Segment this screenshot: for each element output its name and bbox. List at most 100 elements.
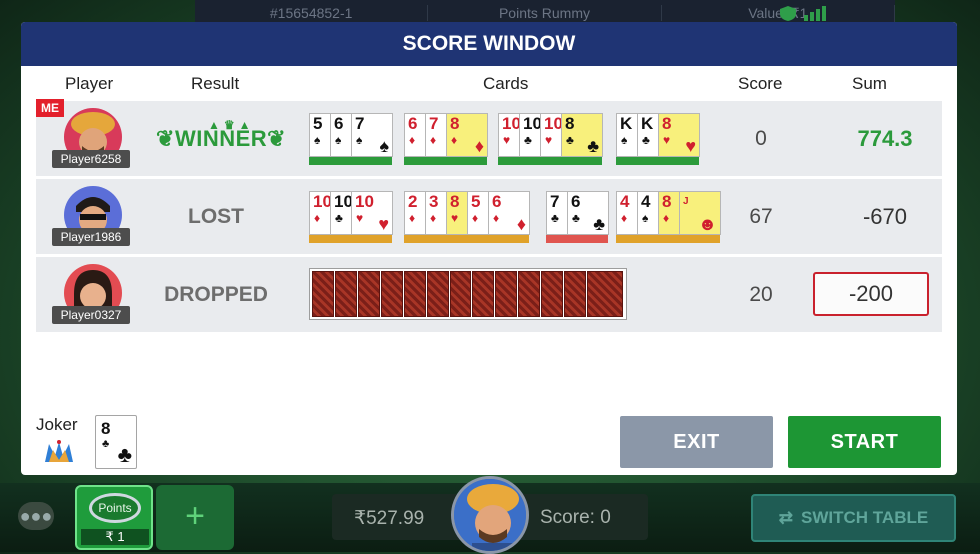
card-group: 5 ♠ 6 ♠ 7 ♠ ♠	[309, 113, 393, 165]
table-value: Value: ₹1	[662, 4, 895, 22]
card: 8 ♥ ♥	[658, 113, 700, 157]
card-back	[587, 271, 623, 317]
card-group: 10 ♦ 10 ♣ 10 ♥ ♥	[309, 191, 393, 243]
card-group: 10 ♥ 10 ♣ 10 ♥ 8 ♣ ♣	[498, 113, 603, 165]
start-button[interactable]: START	[788, 416, 941, 468]
group-valid-bar	[309, 157, 392, 165]
joker-card: 8 ♣ ♣	[95, 415, 137, 469]
result-winner: ▲♛▲ ❦WINNER❦	[156, 101, 286, 176]
card: 3 ♦	[425, 191, 447, 235]
game-type: Points Rummy	[428, 5, 662, 21]
card-back	[495, 271, 518, 317]
player-row: Player1986 LOST 10 ♦ 10 ♣ 10 ♥ ♥ 2 ♦ 3 ♦ 8 ♥ 5 ♦…	[36, 179, 942, 254]
player-sum: 774.3	[857, 126, 913, 151]
chat-icon[interactable]: ●●●	[18, 502, 54, 530]
player-score: 20	[749, 283, 773, 306]
exit-button[interactable]: EXIT	[620, 416, 773, 468]
player-score: 67	[749, 205, 773, 228]
switch-table-label: SWITCH TABLE	[801, 508, 929, 527]
card: 4 ♦	[616, 191, 638, 235]
player-name: Player6258	[52, 150, 130, 168]
card: 10 ♣	[519, 113, 542, 157]
player-score: Score: 0	[540, 507, 611, 528]
card-group: 4 ♦ 4 ♠ 8 ♦ J ☻	[616, 191, 721, 243]
laurel-icon: ❦	[156, 126, 175, 151]
card-back	[426, 271, 449, 317]
joker-label: Joker	[36, 415, 78, 434]
card-back	[472, 271, 495, 317]
crown-icon: ▲♛▲	[208, 118, 255, 132]
header-score: Score	[738, 74, 783, 93]
card-group: 7 ♣ 6 ♣ ♣	[546, 191, 609, 243]
points-table-icon: Points	[89, 493, 141, 523]
header-cards: Cards	[483, 74, 529, 93]
card: 7 ♦	[425, 113, 447, 157]
my-avatar	[451, 476, 529, 554]
joker-wild-card: J ☻	[679, 191, 721, 235]
card-back	[403, 271, 426, 317]
player-score: 0	[755, 127, 767, 150]
card: 8 ♥	[446, 191, 468, 235]
joker-rank: 8	[101, 419, 111, 438]
card-back	[449, 271, 472, 317]
card: 6 ♦ ♦	[488, 191, 530, 235]
points-table-tab[interactable]: Points ₹ 1	[75, 485, 153, 550]
joker-suit-icon: ♣	[117, 442, 132, 467]
laurel-icon: ❦	[267, 126, 287, 151]
card: 10 ♦	[309, 191, 332, 235]
card: 6 ♣ ♣	[567, 191, 609, 235]
switch-icon: ⇄	[778, 508, 794, 527]
card-back	[334, 271, 357, 317]
result-dropped: DROPPED	[164, 283, 268, 306]
card: 5 ♦	[467, 191, 489, 235]
card-back	[380, 271, 403, 317]
card: 6 ♦	[404, 113, 426, 157]
player-name: Player1986	[52, 228, 130, 246]
card-group: 6 ♦ 7 ♦ 8 ♦ ♦	[404, 113, 488, 165]
header-result: Result	[191, 74, 240, 93]
card-group: K ♠ K ♣ 8 ♥ ♥	[616, 113, 700, 165]
header-player: Player	[65, 74, 114, 93]
group-set-bar	[404, 235, 529, 243]
card: 10 ♥	[540, 113, 563, 157]
score-window: SCORE WINDOW Player Result Cards Score S…	[21, 22, 957, 475]
group-valid-bar	[498, 157, 602, 165]
add-table-button[interactable]: +	[156, 485, 234, 550]
card: 2 ♦	[404, 191, 426, 235]
card-group: 2 ♦ 3 ♦ 8 ♥ 5 ♦ 6 ♦ ♦	[404, 191, 530, 243]
card: 10 ♣	[330, 191, 353, 235]
card-back	[564, 271, 587, 317]
player-row: Player0327 DROPPED 20 -200	[36, 257, 942, 332]
card-back	[357, 271, 380, 317]
card: 7 ♣	[546, 191, 568, 235]
card: K ♠	[616, 113, 638, 157]
joker-suit-small: ♣	[102, 438, 110, 450]
card: 8 ♣ ♣	[561, 113, 603, 157]
me-badge: ME	[36, 99, 64, 117]
result-lost: LOST	[188, 205, 244, 228]
face-down-cards	[309, 268, 627, 320]
switch-table-button[interactable]: ⇄ SWITCH TABLE	[751, 494, 956, 542]
group-set-bar	[616, 235, 720, 243]
card-back	[541, 271, 564, 317]
card: 7 ♠ ♠	[351, 113, 393, 157]
player-row: ME Player6258 ▲♛▲ ❦WINNER❦ 5 ♠ 6 ♠ 7 ♠ ♠ 6 ♦ …	[36, 99, 942, 176]
card: 4 ♠	[637, 191, 659, 235]
card: 8 ♦	[658, 191, 680, 235]
player-sum-highlighted: -200	[813, 272, 929, 316]
table-id: #15654852-1	[195, 5, 429, 21]
card: K ♣	[637, 113, 659, 157]
joker-icon	[43, 440, 75, 464]
player-sum: -670	[862, 204, 908, 229]
card: 10 ♥	[498, 113, 521, 157]
group-valid-bar	[616, 157, 699, 165]
group-valid-bar	[404, 157, 487, 165]
modal-title: SCORE WINDOW	[21, 22, 957, 66]
player-name: Player0327	[52, 306, 130, 324]
card-back	[518, 271, 541, 317]
card: 10 ♥ ♥	[351, 191, 393, 235]
card: 6 ♠	[330, 113, 352, 157]
wallet-balance: ₹527.99	[354, 508, 425, 529]
group-invalid-bar	[546, 235, 608, 243]
header-sum: Sum	[852, 74, 887, 93]
